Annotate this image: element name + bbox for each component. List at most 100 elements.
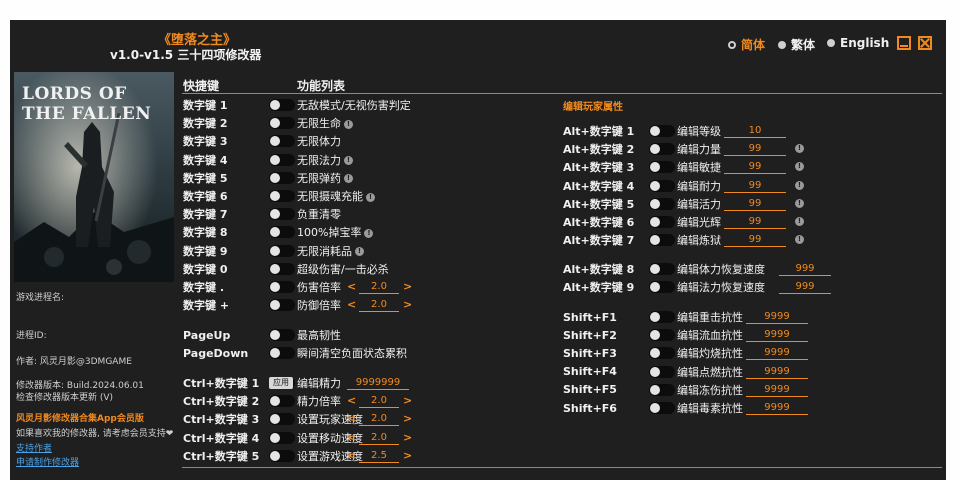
value-field[interactable]: 2.0 [359, 412, 399, 427]
feature-toggle[interactable] [269, 117, 295, 130]
value-input[interactable]: 9999 [746, 310, 808, 324]
value-input[interactable]: 99 [724, 142, 786, 157]
info-icon[interactable]: ! [795, 180, 804, 190]
feature-toggle[interactable] [269, 281, 295, 293]
feature-toggle[interactable] [269, 347, 295, 359]
value-input[interactable]: 9999999 [347, 376, 409, 390]
lang-traditional[interactable]: 繁体 [778, 36, 815, 53]
value-field[interactable]: 2.0 [359, 394, 399, 409]
feature-toggle[interactable] [269, 99, 295, 111]
feature-toggle[interactable] [649, 161, 675, 174]
value-input[interactable]: 99 [724, 197, 786, 211]
check-update-link[interactable]: 检查修改器版本更新 (V) [16, 390, 113, 403]
value-input[interactable]: 999 [779, 262, 831, 276]
value-input[interactable]: 10 [724, 124, 786, 138]
info-icon[interactable]: ! [795, 198, 804, 208]
apply-button[interactable]: 应用 [269, 377, 293, 389]
value-input[interactable]: 9999 [746, 383, 808, 397]
author-text: 作者: 风灵月影@3DMGAME [16, 357, 132, 367]
feature-toggle[interactable] [649, 143, 675, 156]
info-icon[interactable]: ! [795, 144, 804, 154]
feature-toggle[interactable] [269, 329, 295, 341]
feature-toggle[interactable] [269, 413, 295, 426]
decrease-arrow-icon[interactable]: < [347, 298, 356, 311]
close-icon[interactable] [918, 36, 932, 50]
feature-toggle[interactable] [649, 311, 675, 323]
minimize-icon[interactable] [897, 36, 911, 50]
feature-label: 编辑法力恢复速度 [677, 279, 765, 295]
hotkey-label: PageUp [183, 328, 231, 342]
feature-toggle[interactable] [269, 226, 295, 239]
value-input[interactable]: 9999 [746, 401, 808, 415]
feature-label: 编辑点燃抗性 [677, 364, 743, 380]
feature-row: 数字键 1 无敌模式/无视伤害判定 [183, 97, 563, 113]
feature-toggle[interactable] [649, 216, 675, 228]
request-trainer-link[interactable]: 申请制作修改器 [16, 455, 79, 468]
lang-english[interactable]: English [827, 36, 889, 50]
feature-toggle[interactable] [269, 244, 295, 257]
feature-toggle[interactable] [649, 197, 675, 210]
value-field[interactable]: 2.0 [359, 280, 399, 294]
feature-toggle[interactable] [269, 299, 295, 312]
feature-row: Alt+数字键 7 编辑炼狱 99! [563, 232, 943, 248]
feature-toggle[interactable] [269, 431, 295, 444]
feature-toggle[interactable] [269, 153, 295, 166]
info-icon[interactable]: ! [366, 192, 375, 202]
decrease-arrow-icon[interactable]: < [347, 412, 356, 425]
feature-toggle[interactable] [269, 395, 295, 408]
value-input[interactable]: 99 [724, 179, 786, 193]
feature-label-text: 精力倍率 [297, 395, 341, 409]
feature-toggle[interactable] [269, 135, 295, 148]
increase-arrow-icon[interactable]: > [403, 280, 412, 293]
hotkey-label: Ctrl+数字键 1 [183, 377, 260, 390]
feature-toggle[interactable] [649, 125, 675, 137]
feature-toggle[interactable] [649, 365, 675, 378]
value-input[interactable]: 9999 [746, 328, 808, 343]
decrease-arrow-icon[interactable]: < [347, 449, 356, 462]
info-icon[interactable]: ! [795, 217, 804, 226]
info-icon[interactable]: ! [795, 235, 804, 245]
info-icon[interactable]: ! [344, 119, 353, 129]
feature-label-text: 编辑重击抗性 [677, 311, 743, 324]
lang-simplified[interactable]: 简体 [728, 36, 765, 53]
member-app-link[interactable]: 风灵月影修改器合集App会员版 [16, 411, 144, 424]
value-input[interactable]: 99 [724, 160, 786, 175]
support-author-link[interactable]: 支持作者 [16, 441, 52, 454]
feature-toggle[interactable] [269, 262, 295, 275]
value-field[interactable]: 2.5 [359, 449, 399, 463]
increase-arrow-icon[interactable]: > [403, 449, 412, 462]
value-input[interactable]: 9999 [746, 346, 808, 361]
feature-toggle[interactable] [649, 263, 675, 275]
feature-toggle[interactable] [649, 402, 675, 414]
value-input[interactable]: 99 [724, 215, 786, 229]
value-field[interactable]: 2.0 [359, 431, 399, 445]
decrease-arrow-icon[interactable]: < [347, 431, 356, 444]
info-icon[interactable]: ! [795, 162, 804, 172]
info-icon[interactable]: ! [364, 228, 374, 238]
value-input[interactable]: 999 [779, 280, 831, 295]
feature-toggle[interactable] [269, 449, 295, 462]
feature-toggle[interactable] [649, 329, 675, 342]
decrease-arrow-icon[interactable]: < [347, 280, 356, 293]
feature-toggle[interactable] [269, 171, 295, 184]
feature-toggle[interactable] [649, 234, 675, 247]
feature-toggle[interactable] [649, 179, 675, 192]
info-icon[interactable]: ! [344, 174, 353, 184]
value-field[interactable]: 2.0 [359, 298, 399, 313]
increase-arrow-icon[interactable]: > [403, 298, 412, 311]
value-input[interactable]: 9999 [746, 365, 808, 379]
feature-toggle[interactable] [269, 208, 295, 221]
feature-label-text: 伤害倍率 [297, 281, 341, 294]
value-input[interactable]: 99 [724, 233, 786, 248]
info-icon[interactable]: ! [355, 247, 364, 257]
hotkey-label: Shift+F6 [563, 401, 617, 415]
feature-toggle[interactable] [649, 383, 675, 396]
feature-toggle[interactable] [269, 190, 295, 202]
increase-arrow-icon[interactable]: > [403, 394, 412, 407]
feature-toggle[interactable] [649, 281, 675, 294]
increase-arrow-icon[interactable]: > [403, 431, 412, 444]
info-icon[interactable]: ! [344, 156, 353, 166]
feature-toggle[interactable] [649, 347, 675, 360]
increase-arrow-icon[interactable]: > [403, 412, 412, 425]
decrease-arrow-icon[interactable]: < [347, 394, 356, 407]
